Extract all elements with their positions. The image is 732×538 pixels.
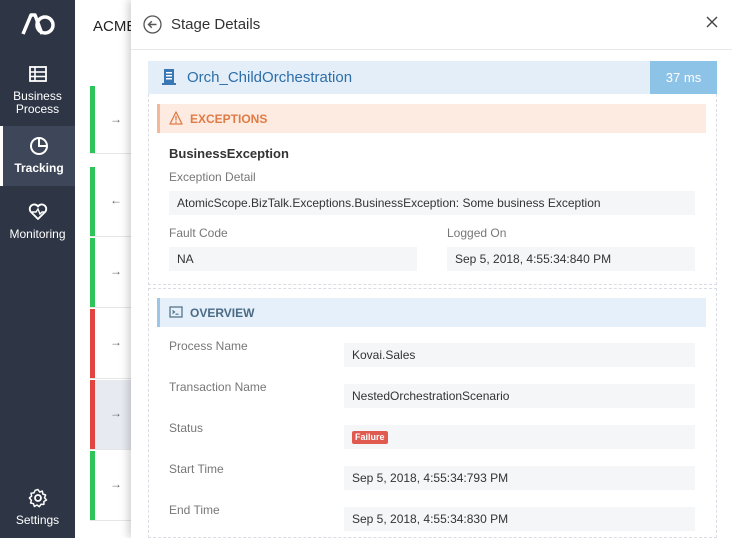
process-name-value: Kovai.Sales xyxy=(344,343,695,367)
panel-title: Stage Details xyxy=(171,16,261,33)
start-time-value: Sep 5, 2018, 4:55:34:793 PM xyxy=(344,466,695,490)
arrow-icon: → xyxy=(110,264,122,278)
arrow-icon: → xyxy=(110,112,122,126)
arrow-icon: → xyxy=(110,406,122,420)
warning-icon xyxy=(169,111,183,125)
arrow-icon: → xyxy=(110,477,122,491)
transaction-name-value: NestedOrchestrationScenario xyxy=(344,384,695,408)
status-bar xyxy=(90,451,95,520)
nav-settings[interactable]: Settings xyxy=(0,488,75,528)
nav-label: Business Process xyxy=(13,89,62,116)
fault-code-value: NA xyxy=(169,247,417,271)
logged-on-value: Sep 5, 2018, 4:55:34:840 PM xyxy=(447,247,695,271)
back-arrow-icon[interactable] xyxy=(143,15,162,34)
orchestration-icon xyxy=(162,69,176,85)
nav-monitoring[interactable]: Monitoring xyxy=(0,202,75,242)
exception-name: BusinessException xyxy=(169,146,289,161)
status-bar xyxy=(90,309,95,378)
nav-label: Tracking xyxy=(14,161,64,175)
panel-header: Stage Details xyxy=(131,0,732,50)
exception-detail-value: AtomicScope.BizTalk.Exceptions.BusinessE… xyxy=(169,191,695,215)
status-label: Status xyxy=(169,421,204,435)
fault-code-label: Fault Code xyxy=(169,226,228,240)
section-title: OVERVIEW xyxy=(190,306,255,320)
exceptions-header: EXCEPTIONS xyxy=(157,104,706,133)
status-bar xyxy=(90,380,95,449)
duration-badge: 37 ms xyxy=(650,61,717,94)
overview-header: OVERVIEW xyxy=(157,298,706,327)
exception-detail-label: Exception Detail xyxy=(169,170,256,184)
arrow-icon: ← xyxy=(110,193,122,207)
logged-on-label: Logged On xyxy=(447,226,507,240)
terminal-icon xyxy=(169,306,183,318)
end-time-label: End Time xyxy=(169,503,220,517)
section-title: EXCEPTIONS xyxy=(190,112,268,126)
page-title: ACME xyxy=(93,18,137,35)
status-bar xyxy=(90,86,95,153)
stage-header: Orch_ChildOrchestration 37 ms xyxy=(148,61,717,94)
tracking-icon xyxy=(30,137,48,155)
stage-name: Orch_ChildOrchestration xyxy=(187,69,353,86)
gear-icon xyxy=(28,488,47,508)
end-time-value: Sep 5, 2018, 4:55:34:830 PM xyxy=(344,507,695,531)
status-bar xyxy=(90,167,95,236)
nav-label: Settings xyxy=(15,513,60,527)
app-logo[interactable] xyxy=(20,10,56,38)
nav-business-process[interactable]: Business Process xyxy=(0,64,75,116)
status-badge: Failure xyxy=(352,431,388,445)
start-time-label: Start Time xyxy=(169,462,224,476)
status-bar xyxy=(90,238,95,307)
status-value: Failure xyxy=(344,425,695,449)
monitoring-icon xyxy=(28,203,47,220)
process-name-label: Process Name xyxy=(169,339,248,353)
stage-details-panel: Stage Details Orch_ChildOrchestration 37… xyxy=(131,0,732,538)
business-process-icon xyxy=(28,66,47,82)
left-nav: Business Process Tracking Monitoring Set… xyxy=(0,0,75,538)
arrow-icon: → xyxy=(110,335,122,349)
nav-label: Monitoring xyxy=(9,227,66,241)
close-icon[interactable] xyxy=(706,16,718,28)
nav-tracking[interactable]: Tracking xyxy=(0,126,75,186)
transaction-name-label: Transaction Name xyxy=(169,380,267,394)
